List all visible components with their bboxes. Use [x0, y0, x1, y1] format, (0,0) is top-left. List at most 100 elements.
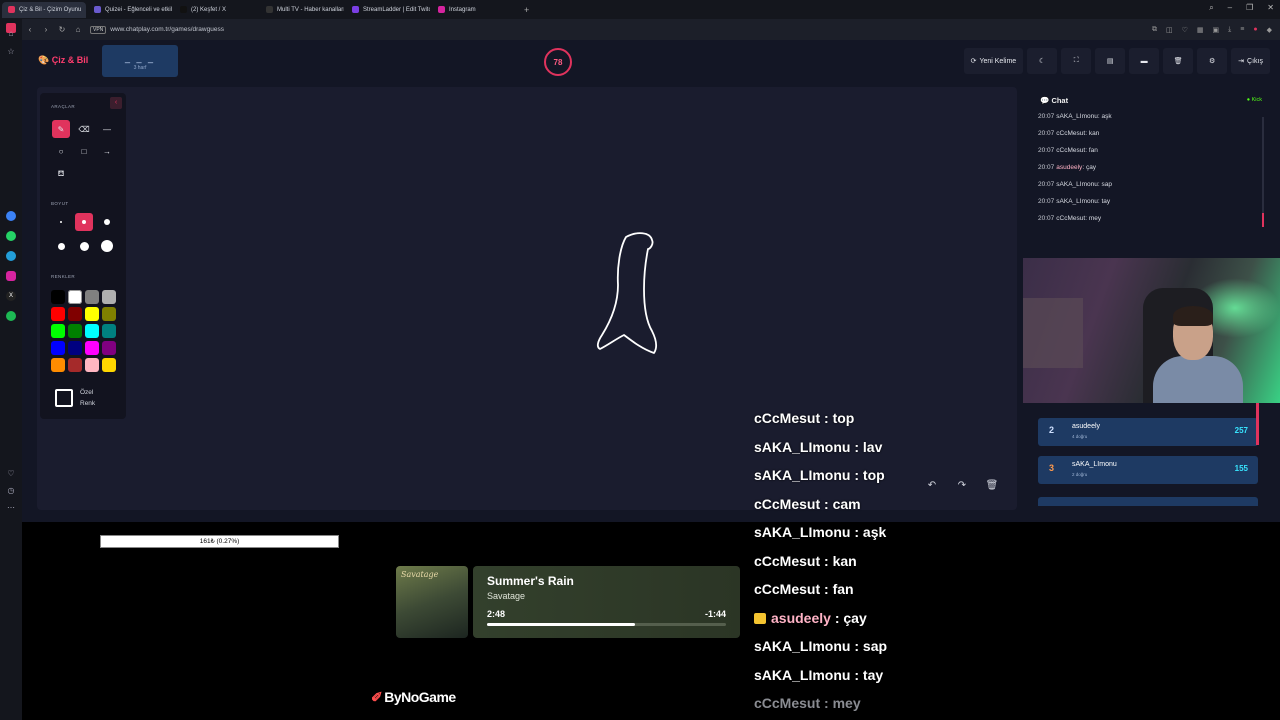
undo-button[interactable]: ↶ — [922, 476, 942, 496]
spotify-icon[interactable] — [6, 311, 16, 321]
eraser-tool[interactable]: ⌫ — [75, 120, 93, 138]
size-4[interactable] — [52, 237, 70, 255]
chat-user[interactable]: sAKA_LImonu — [1056, 198, 1098, 205]
star-icon[interactable]: ☆ — [6, 47, 16, 57]
chat-scrollbar[interactable] — [1262, 117, 1264, 227]
color-swatch[interactable] — [51, 358, 65, 372]
bookmark-icon[interactable]: ♡ — [1182, 26, 1188, 34]
theme-toggle-button[interactable]: ☾ — [1027, 48, 1058, 74]
color-swatch[interactable] — [102, 324, 116, 338]
heart-icon[interactable]: ♡ — [6, 469, 16, 479]
color-swatch[interactable] — [85, 324, 99, 338]
color-swatch[interactable] — [102, 290, 116, 304]
pencil-tool[interactable]: ✎ — [52, 120, 70, 138]
custom-color-swatch[interactable] — [55, 389, 73, 407]
panel-button[interactable]: ▬ — [1129, 48, 1160, 74]
size-6[interactable] — [98, 237, 116, 255]
color-swatch[interactable] — [51, 341, 65, 355]
more-icon[interactable]: ⋯ — [6, 503, 16, 513]
game-logo[interactable]: 🎨 Çiz & Bil — [38, 55, 88, 66]
new-tab-button[interactable]: + — [524, 5, 529, 15]
leaderboard-scrollbar[interactable] — [1256, 403, 1259, 445]
maximize-icon[interactable]: ❐ — [1246, 3, 1253, 13]
back-icon[interactable]: ‹ — [22, 25, 38, 34]
color-swatch[interactable] — [102, 358, 116, 372]
size-2[interactable] — [75, 213, 93, 231]
whatsapp-icon[interactable] — [6, 231, 16, 241]
clear-canvas-button[interactable]: 🗑 — [982, 476, 1002, 496]
close-icon[interactable]: ✕ — [1267, 3, 1274, 13]
settings-button[interactable]: ⚙ — [1197, 48, 1228, 74]
fullscreen-button[interactable]: ⛶ — [1061, 48, 1092, 74]
line-tool[interactable]: — — [98, 120, 116, 138]
chat-user[interactable]: asudeely — [1056, 164, 1082, 171]
telegram-icon[interactable] — [6, 251, 16, 261]
browser-tab[interactable]: Quizei - Eğlenceli ve etkile — [88, 2, 172, 18]
download-icon[interactable]: ⤓ — [1228, 26, 1231, 34]
browser-tab[interactable]: Çiz & Bil - Çizim Oyunu — [2, 1, 86, 18]
color-swatch[interactable] — [102, 341, 116, 355]
fill-tool[interactable]: ⛾ — [52, 165, 70, 183]
browser-tab[interactable]: Instagram — [432, 2, 516, 18]
redo-button[interactable]: ↷ — [952, 476, 972, 496]
color-swatch[interactable] — [51, 307, 65, 321]
wallet-icon[interactable]: ▣ — [1213, 26, 1220, 34]
profile-icon[interactable]: ● — [1253, 26, 1257, 34]
color-swatch[interactable] — [68, 324, 82, 338]
rectangle-tool[interactable]: □ — [75, 142, 93, 160]
menu-icon[interactable]: ≡ — [1240, 26, 1244, 34]
clear-button[interactable]: 🗑 — [1163, 48, 1194, 74]
extensions-icon[interactable]: ▦ — [1197, 26, 1204, 34]
translate-icon[interactable]: ⧉ — [1152, 26, 1157, 34]
home-icon[interactable]: ⌂ — [70, 25, 86, 34]
color-swatch[interactable] — [51, 290, 65, 304]
search-icon[interactable]: ⌕ — [1209, 3, 1213, 13]
vpn-badge[interactable]: VPN — [90, 25, 107, 34]
now-playing-card: Summer's Rain Savatage 2:48 -1:44 — [473, 566, 740, 638]
forward-icon[interactable]: › — [38, 25, 54, 34]
chat-user[interactable]: cCcMesut — [1056, 147, 1085, 154]
album-art-logo: Savatage — [401, 570, 439, 579]
arrow-tool[interactable]: → — [98, 142, 116, 160]
home-sidebar-icon[interactable]: ⌂ — [6, 29, 16, 39]
ai-icon[interactable]: ◆ — [1267, 26, 1272, 34]
color-swatch[interactable] — [85, 341, 99, 355]
circle-tool[interactable]: ○ — [52, 142, 70, 160]
reload-icon[interactable]: ↻ — [54, 25, 70, 34]
color-swatch[interactable] — [68, 307, 82, 321]
color-swatch[interactable] — [85, 290, 99, 304]
history-icon[interactable]: ◷ — [6, 486, 16, 496]
color-swatch[interactable] — [85, 307, 99, 321]
messenger-icon[interactable] — [6, 211, 16, 221]
chat-user[interactable]: sAKA_LImonu — [1056, 181, 1098, 188]
color-swatch[interactable] — [85, 358, 99, 372]
size-5[interactable] — [75, 237, 93, 255]
color-swatch[interactable] — [68, 290, 82, 304]
chat-user[interactable]: sAKA_LImonu — [1056, 113, 1098, 120]
instagram-icon[interactable] — [6, 271, 16, 281]
brand-logo: ✐ ByNoGame — [371, 689, 456, 706]
chat-message: 20:07 sAKA_LImonu: tay — [1038, 198, 1112, 215]
browser-tab[interactable]: Multi TV - Haber kanalları — [260, 2, 344, 18]
chat-user[interactable]: cCcMesut — [1056, 130, 1085, 137]
color-swatch[interactable] — [68, 358, 82, 372]
x-icon[interactable]: X — [6, 291, 16, 301]
size-3[interactable] — [98, 213, 116, 231]
size-1[interactable] — [52, 213, 70, 231]
color-swatch[interactable] — [51, 324, 65, 338]
url-field[interactable]: www.chatplay.com.tr/games/drawguess — [110, 26, 224, 33]
new-word-button[interactable]: ⟳ Yeni Kelime — [963, 48, 1024, 74]
camera-icon[interactable]: ◫ — [1166, 26, 1173, 34]
browser-tab[interactable]: (2) Keşfet / X — [174, 2, 258, 18]
minimize-icon[interactable]: – — [1228, 3, 1232, 13]
color-swatch[interactable] — [68, 341, 82, 355]
browser-tab[interactable]: StreamLadder | Edit Twitch — [346, 2, 430, 18]
exit-button[interactable]: ⇥ Çıkış — [1231, 48, 1270, 74]
chat-user[interactable]: cCcMesut — [1056, 215, 1085, 222]
chat-text: aşk — [1101, 113, 1112, 120]
collapse-tools-button[interactable]: ‹ — [110, 97, 122, 109]
overlay-chat-message: cCcMesut : top — [754, 410, 887, 439]
custom-color-label[interactable]: Özel Renk — [80, 387, 95, 409]
color-swatch[interactable] — [102, 307, 116, 321]
keyboard-button[interactable]: ▤ — [1095, 48, 1126, 74]
